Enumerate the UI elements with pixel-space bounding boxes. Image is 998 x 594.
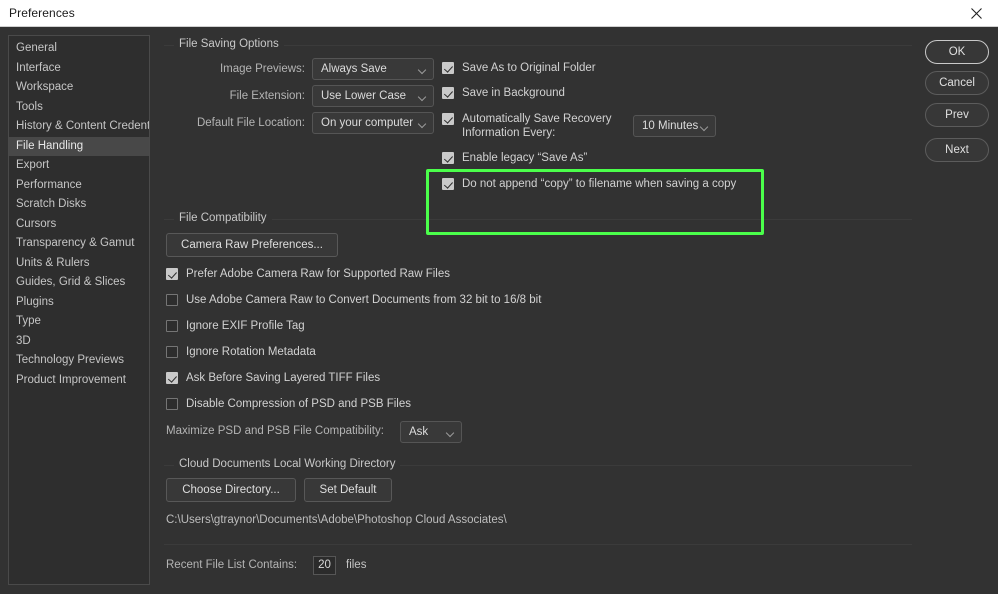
chevron-down-icon — [419, 121, 426, 125]
ok-button[interactable]: OK — [925, 40, 989, 64]
sidebar-item-guides-grid-slices[interactable]: Guides, Grid & Slices — [9, 273, 149, 293]
group-divider — [164, 544, 912, 545]
recent-file-list-label: Recent File List Contains: — [166, 559, 297, 571]
prev-button[interactable]: Prev — [925, 103, 989, 127]
save-as-original-folder-checkbox[interactable]: Save As to Original Folder — [442, 61, 596, 75]
recent-file-suffix-label: files — [346, 559, 366, 571]
maximize-compatibility-value: Ask — [409, 426, 428, 438]
file-compatibility-legend: File Compatibility — [174, 212, 272, 224]
preferences-category-list[interactable]: General Interface Workspace Tools Histor… — [8, 35, 150, 585]
window-titlebar: Preferences — [0, 0, 998, 27]
save-in-background-checkbox[interactable]: Save in Background — [442, 86, 565, 100]
use-acr-convert-label: Use Adobe Camera Raw to Convert Document… — [186, 293, 541, 307]
sidebar-item-product-improvement[interactable]: Product Improvement — [9, 371, 149, 391]
group-divider — [164, 219, 912, 220]
sidebar-item-performance[interactable]: Performance — [9, 176, 149, 196]
disable-compression-label: Disable Compression of PSD and PSB Files — [186, 397, 411, 411]
set-default-button[interactable]: Set Default — [304, 478, 392, 502]
sidebar-item-general[interactable]: General — [9, 39, 149, 59]
chevron-down-icon — [419, 94, 426, 98]
sidebar-item-type[interactable]: Type — [9, 312, 149, 332]
checkbox-icon — [166, 320, 178, 332]
sidebar-item-units-rulers[interactable]: Units & Rulers — [9, 254, 149, 274]
sidebar-item-technology-previews[interactable]: Technology Previews — [9, 351, 149, 371]
prefer-acr-checkbox[interactable]: Prefer Adobe Camera Raw for Supported Ra… — [166, 267, 450, 281]
ignore-rotation-checkbox[interactable]: Ignore Rotation Metadata — [166, 345, 316, 359]
image-previews-value: Always Save — [321, 63, 387, 75]
sidebar-item-scratch-disks[interactable]: Scratch Disks — [9, 195, 149, 215]
sidebar-item-export[interactable]: Export — [9, 156, 149, 176]
file-handling-panel: File Saving Options Image Previews: Alwa… — [158, 27, 918, 594]
default-file-location-value: On your computer — [321, 117, 413, 129]
cancel-button[interactable]: Cancel — [925, 71, 989, 95]
choose-directory-button[interactable]: Choose Directory... — [166, 478, 296, 502]
ask-layered-tiff-checkbox[interactable]: Ask Before Saving Layered TIFF Files — [166, 371, 380, 385]
do-not-append-copy-label: Do not append “copy” to filename when sa… — [462, 177, 736, 191]
next-button[interactable]: Next — [925, 138, 989, 162]
file-extension-value: Use Lower Case — [321, 90, 406, 102]
checkbox-icon — [166, 398, 178, 410]
cloud-working-directory-path: C:\Users\gtraynor\Documents\Adobe\Photos… — [166, 514, 507, 526]
file-extension-label: File Extension: — [158, 90, 305, 102]
enable-legacy-save-as-checkbox[interactable]: Enable legacy “Save As” — [442, 151, 587, 165]
close-icon[interactable] — [954, 0, 998, 27]
checkbox-icon — [166, 294, 178, 306]
save-as-original-folder-label: Save As to Original Folder — [462, 61, 596, 75]
chevron-down-icon — [419, 67, 426, 71]
sidebar-item-3d[interactable]: 3D — [9, 332, 149, 352]
maximize-compatibility-dropdown[interactable]: Ask — [400, 421, 462, 443]
sidebar-item-plugins[interactable]: Plugins — [9, 293, 149, 313]
auto-save-recovery-checkbox[interactable]: Automatically Save Recovery Information … — [442, 112, 612, 140]
default-file-location-dropdown[interactable]: On your computer — [312, 112, 434, 134]
sidebar-item-workspace[interactable]: Workspace — [9, 78, 149, 98]
file-saving-options-legend: File Saving Options — [174, 38, 284, 50]
ignore-rotation-label: Ignore Rotation Metadata — [186, 345, 316, 359]
image-previews-dropdown[interactable]: Always Save — [312, 58, 434, 80]
checkbox-icon — [166, 268, 178, 280]
sidebar-item-file-handling[interactable]: File Handling — [9, 137, 149, 157]
cloud-documents-legend: Cloud Documents Local Working Directory — [174, 458, 400, 470]
checkbox-icon — [442, 62, 454, 74]
camera-raw-preferences-button[interactable]: Camera Raw Preferences... — [166, 233, 338, 257]
checkbox-icon — [166, 346, 178, 358]
preferences-dialog: General Interface Workspace Tools Histor… — [0, 27, 998, 594]
auto-save-recovery-label: Automatically Save Recovery Information … — [462, 112, 612, 140]
enable-legacy-save-as-label: Enable legacy “Save As” — [462, 151, 587, 165]
file-extension-dropdown[interactable]: Use Lower Case — [312, 85, 434, 107]
auto-save-interval-value: 10 Minutes — [642, 120, 698, 132]
chevron-down-icon — [701, 124, 708, 128]
window-title: Preferences — [9, 6, 75, 20]
maximize-compatibility-label: Maximize PSD and PSB File Compatibility: — [166, 425, 384, 437]
ignore-exif-checkbox[interactable]: Ignore EXIF Profile Tag — [166, 319, 305, 333]
close-icon-glyph — [971, 8, 982, 19]
checkbox-icon — [442, 178, 454, 190]
disable-compression-checkbox[interactable]: Disable Compression of PSD and PSB Files — [166, 397, 411, 411]
sidebar-item-cursors[interactable]: Cursors — [9, 215, 149, 235]
do-not-append-copy-checkbox[interactable]: Do not append “copy” to filename when sa… — [442, 177, 736, 191]
sidebar-item-tools[interactable]: Tools — [9, 98, 149, 118]
prefer-acr-label: Prefer Adobe Camera Raw for Supported Ra… — [186, 267, 450, 281]
default-file-location-label: Default File Location: — [158, 117, 305, 129]
checkbox-icon — [442, 152, 454, 164]
ask-layered-tiff-label: Ask Before Saving Layered TIFF Files — [186, 371, 380, 385]
sidebar-item-interface[interactable]: Interface — [9, 59, 149, 79]
checkbox-icon — [442, 87, 454, 99]
sidebar-item-transparency-gamut[interactable]: Transparency & Gamut — [9, 234, 149, 254]
chevron-down-icon — [447, 430, 454, 434]
save-in-background-label: Save in Background — [462, 86, 565, 100]
ignore-exif-label: Ignore EXIF Profile Tag — [186, 319, 305, 333]
checkbox-icon — [442, 113, 454, 125]
sidebar-item-history-content-credentials[interactable]: History & Content Credentials — [9, 117, 149, 137]
use-acr-convert-checkbox[interactable]: Use Adobe Camera Raw to Convert Document… — [166, 293, 541, 307]
image-previews-label: Image Previews: — [158, 63, 305, 75]
recent-file-count-input[interactable]: 20 — [313, 556, 336, 575]
auto-save-interval-dropdown[interactable]: 10 Minutes — [633, 115, 716, 137]
checkbox-icon — [166, 372, 178, 384]
